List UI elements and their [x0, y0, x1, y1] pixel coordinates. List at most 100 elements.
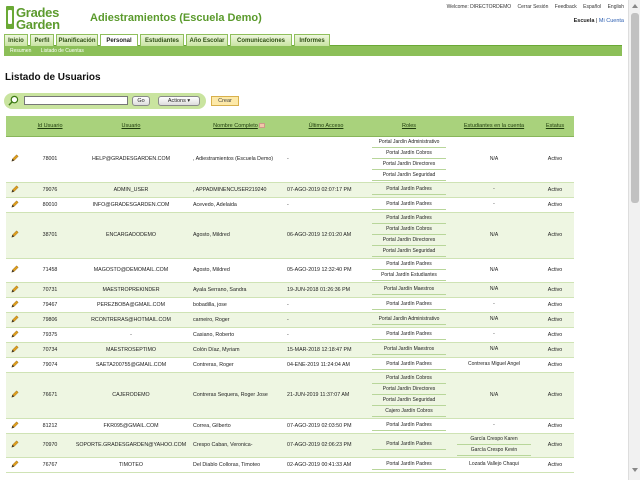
actions-dropdown[interactable]: Actions ▾: [158, 96, 200, 106]
edit-pencil-icon[interactable]: [11, 329, 19, 338]
edit-pencil-icon[interactable]: [11, 390, 19, 398]
cell-roles: Portal Jardín Maestros: [366, 282, 452, 298]
column-header-estatus[interactable]: Estatus: [536, 116, 574, 137]
cell-name: Crespo Caban, Veronica-: [192, 433, 286, 458]
tab-informes[interactable]: Informes: [294, 34, 330, 46]
table-header-row: Id Usuario Usuario Nombre Completo Últim…: [6, 116, 574, 137]
edit-pencil-icon[interactable]: [11, 184, 19, 193]
scroll-up-arrow[interactable]: [632, 4, 638, 8]
scroll-thumb[interactable]: [631, 13, 639, 203]
cell-user: PEREZBOBA@GMAIL.COM: [70, 297, 192, 313]
cell-last-access: 07-AGO-2019 02:03:50 PM: [286, 418, 366, 434]
edit-pencil-icon[interactable]: [11, 314, 19, 323]
column-header-estudiantes[interactable]: Estudiantes en la cuenta: [452, 116, 536, 137]
cell-id: 81212: [30, 418, 70, 434]
cell-user: RCONTRERAS@HOTMAIL.COM: [70, 312, 192, 328]
cell-name: Agosto, Mildred: [192, 258, 286, 283]
cell-id: 70731: [30, 282, 70, 298]
go-button[interactable]: Go: [132, 96, 150, 106]
role-badge: Portal Jardín Padres: [372, 440, 446, 450]
cell-name: Del Diablo Colloras, Timoteo: [192, 457, 286, 473]
cell-roles: Portal Jardín Padres: [366, 357, 452, 373]
cell-roles: Portal Jardín Padres: [366, 327, 452, 343]
role-badge: Portal Jardín Maestros: [372, 285, 446, 295]
student-name: Lozada Vallejo Chaqui: [469, 461, 519, 467]
edit-pencil-icon[interactable]: [11, 440, 19, 448]
cell-user: FKR095@GMAIL.COM: [70, 418, 192, 434]
role-badge: Portal Jardín Cobros: [372, 149, 446, 159]
tab-personal[interactable]: Personal: [100, 34, 138, 46]
cell-name: Casiano, Roberto: [192, 327, 286, 343]
spanish-link[interactable]: Español: [583, 4, 601, 10]
role-badge: Portal Jardín Padres: [372, 200, 446, 210]
cell-name: bobadilla, jose: [192, 297, 286, 313]
scroll-down-arrow[interactable]: [632, 468, 638, 472]
my-account-link[interactable]: Mi Cuenta: [599, 18, 624, 24]
sort-asc-icon: [258, 122, 265, 128]
student-name: N/A: [489, 346, 499, 352]
table-row: 79806 RCONTRERAS@HOTMAIL.COM carneiro, Rog…: [6, 312, 574, 328]
logout-link[interactable]: Cerrar Sesión: [518, 4, 549, 10]
search-input[interactable]: [24, 96, 128, 105]
cell-roles: Portal Jardín Cobros Portal Jardín Direct…: [366, 372, 452, 419]
role-badge: Portal Jardín Padres: [372, 460, 446, 470]
edit-pencil-icon[interactable]: [11, 459, 19, 468]
cell-last-access: 06-AGO-2019 12:01:20 AM: [286, 212, 366, 259]
column-header-ultimo-acceso[interactable]: Último Acceso: [286, 116, 366, 137]
tab-comunicaciones[interactable]: Comunicaciones: [230, 34, 292, 46]
sub-nav: Resumen Listado de Cuentas: [4, 46, 622, 56]
role-badge: Portal Jardín Estudiantes: [372, 271, 446, 281]
column-header-id[interactable]: Id Usuario: [30, 116, 70, 137]
student-name: N/A: [489, 155, 499, 162]
cell-last-access: -: [286, 327, 366, 343]
cell-status: Activo: [536, 136, 574, 183]
role-badge: Portal Jardín Padres: [372, 421, 446, 431]
cell-last-access: 02-AGO-2019 00:41:33 AM: [286, 457, 366, 473]
cell-roles: Portal Jardín Administrativo: [366, 312, 452, 328]
table-row: 79076 ADMIN_USER, APPADMINENCUSER219240 07…: [6, 182, 574, 198]
cell-id: 79076: [30, 182, 70, 198]
cell-students: -: [452, 327, 536, 343]
column-header-usuario[interactable]: Usuario: [70, 116, 192, 137]
cell-roles: Portal Jardín Padres: [366, 182, 452, 198]
grades-garden-logo[interactable]: Grades Garden: [6, 4, 86, 32]
subnav-resumen[interactable]: Resumen: [10, 48, 31, 54]
edit-pencil-icon[interactable]: [11, 420, 19, 429]
tab-ano-escolar[interactable]: Año Escolar: [186, 34, 228, 46]
edit-pencil-icon[interactable]: [11, 230, 19, 238]
student-name: -: [493, 422, 495, 428]
role-badge: Portal Jardín Padres: [372, 214, 446, 224]
cell-students: N/A: [452, 282, 536, 298]
page-scrollbar[interactable]: [628, 0, 640, 480]
column-header-nombre[interactable]: Nombre Completo: [192, 116, 286, 137]
tab-estudiantes[interactable]: Estudiantes: [140, 34, 184, 46]
cell-roles: Portal Jardín Padres Portal Jardín Cobros…: [366, 212, 452, 259]
tab-planificacion[interactable]: Planificación: [56, 34, 98, 46]
cell-last-access: 07-AGO-2019 02:06:23 PM: [286, 433, 366, 458]
cell-user: INFO@GRADESGARDEN.COM: [70, 197, 192, 213]
cell-user: MAESTROSEPTIMO: [70, 342, 192, 358]
cell-status: Activo: [536, 197, 574, 213]
create-button[interactable]: Crear: [211, 96, 239, 106]
cell-name: Correa, Gilberto: [192, 418, 286, 434]
edit-pencil-icon[interactable]: [11, 265, 19, 273]
edit-pencil-icon[interactable]: [11, 359, 19, 368]
cell-students: N/A: [452, 372, 536, 419]
student-name: N/A: [489, 286, 499, 292]
feedback-link[interactable]: Feedback: [555, 4, 577, 10]
english-link[interactable]: English: [608, 4, 624, 10]
edit-pencil-icon[interactable]: [11, 344, 19, 353]
column-header-roles[interactable]: Roles: [366, 116, 452, 137]
edit-pencil-icon[interactable]: [11, 299, 19, 308]
cell-students: N/A: [452, 136, 536, 183]
tab-inicio[interactable]: Inicio: [4, 34, 28, 46]
table-row: 70734 MAESTROSEPTIMO Colón Díaz, Myriam 15-…: [6, 342, 574, 358]
school-title: Adiestramientos (Escuela Demo): [90, 12, 262, 24]
subnav-listado-cuentas[interactable]: Listado de Cuentas: [41, 48, 84, 54]
edit-pencil-icon[interactable]: [11, 154, 19, 162]
edit-pencil-icon[interactable]: [11, 199, 19, 208]
tab-perfil[interactable]: Perfil: [30, 34, 54, 46]
edit-pencil-icon[interactable]: [11, 284, 19, 293]
cell-status: Activo: [536, 372, 574, 419]
school-link[interactable]: Escuela: [574, 18, 595, 24]
